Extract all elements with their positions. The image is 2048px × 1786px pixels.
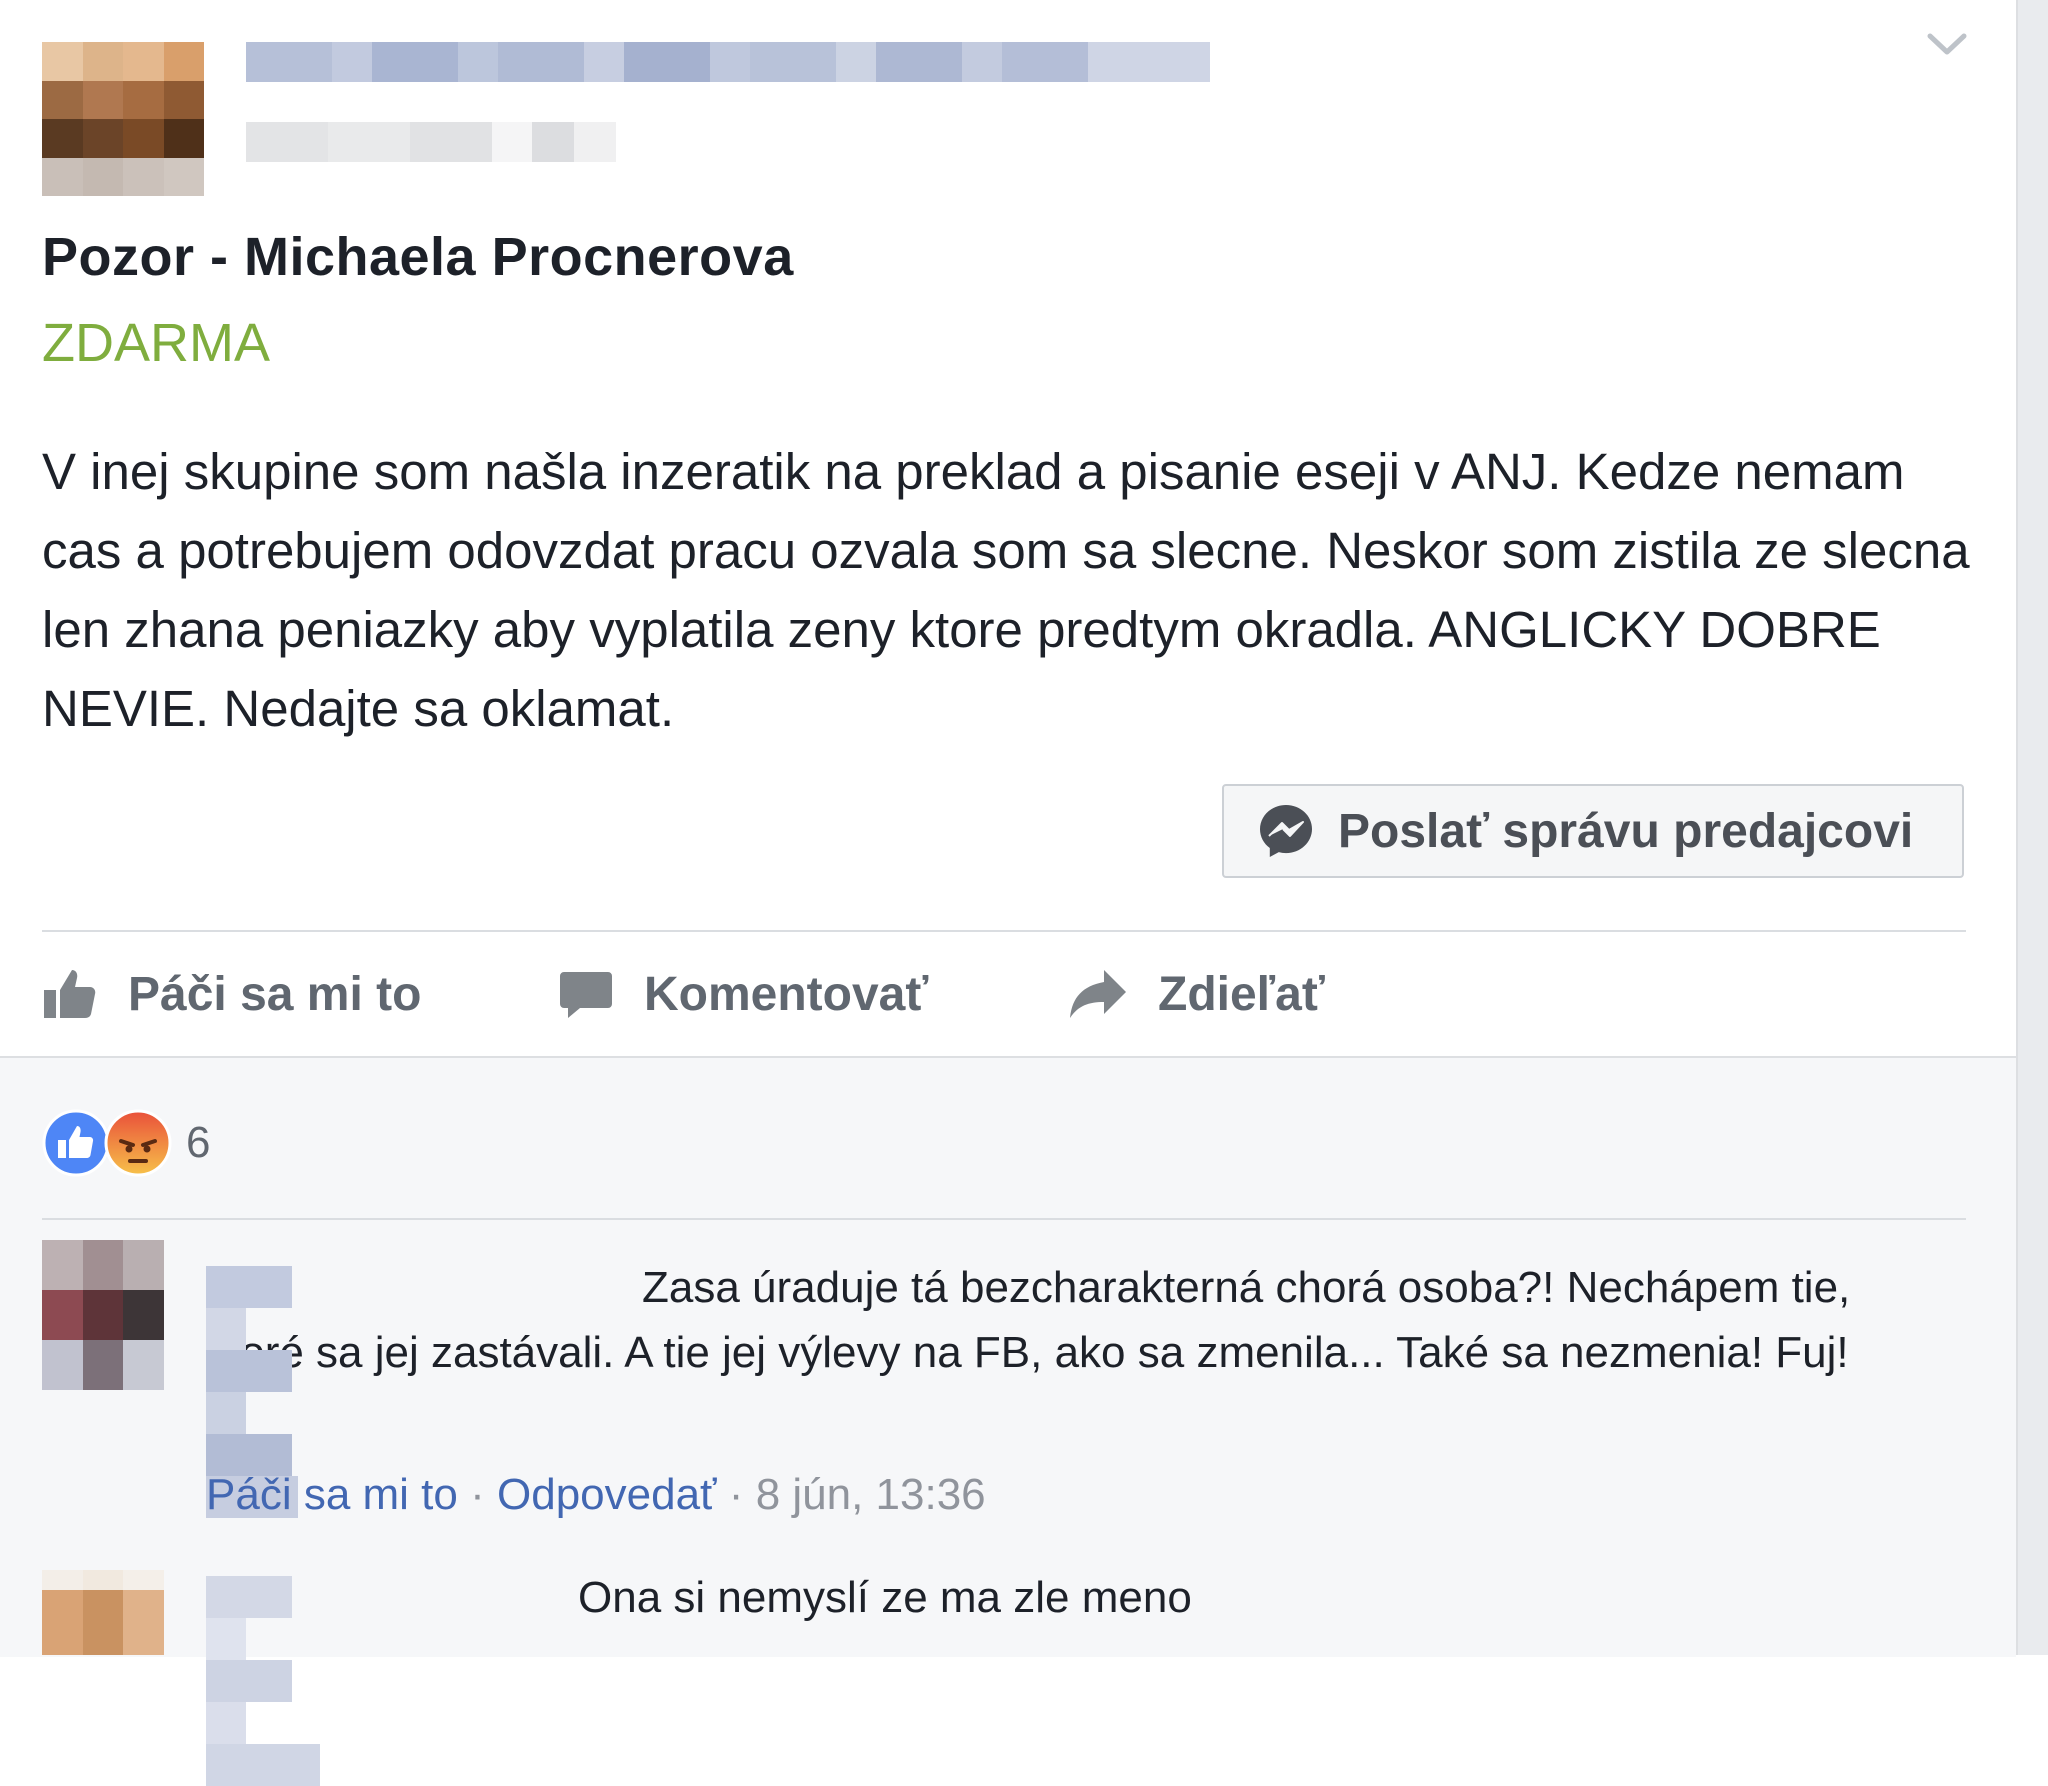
author-avatar[interactable] — [42, 42, 204, 196]
comment-button[interactable]: Komentovať — [558, 958, 928, 1030]
comment-text: Ona si nemyslí ze ma zle meno — [206, 1565, 1946, 1786]
comment-timestamp[interactable]: 8 jún, 13:36 — [756, 1470, 986, 1519]
comment-label: Komentovať — [644, 967, 929, 1021]
messenger-icon — [1260, 805, 1312, 857]
post-body: V inej skupine som našla inzeratik na pr… — [42, 443, 1970, 737]
comment-text: Zasa úraduje tá bezcharakterná chorá oso… — [206, 1255, 1946, 1518]
chevron-down-icon[interactable] — [1922, 22, 1972, 62]
angry-icon — [104, 1109, 172, 1177]
post-title: Pozor - Michaela Procnerova — [42, 227, 794, 287]
comment-avatar[interactable] — [42, 1570, 164, 1655]
author-name-blurred[interactable] — [246, 42, 1270, 82]
actions-divider — [42, 930, 1966, 932]
comment-like-link[interactable]: Páči sa mi to — [206, 1470, 458, 1519]
comment-icon — [560, 972, 612, 1018]
like-icon — [42, 1109, 110, 1177]
share-label: Zdieľať — [1158, 967, 1325, 1021]
commenter-name-blurred[interactable] — [206, 1576, 572, 1786]
commenter-name-blurred[interactable] — [206, 1266, 636, 1518]
comment-avatar[interactable] — [42, 1240, 164, 1390]
like-button[interactable]: Páči sa mi to — [42, 958, 421, 1030]
reactions-count: 6 — [186, 1118, 211, 1167]
comment-reply-link[interactable]: Odpovedať — [497, 1470, 717, 1519]
comment-meta: Páči sa mi to · Odpovedať · 8 jún, 13:36 — [206, 1470, 986, 1519]
message-seller-button[interactable]: Poslať správu predajcovi — [1222, 784, 1964, 878]
page-gutter — [2016, 0, 2048, 1655]
post-price: ZDARMA — [42, 313, 270, 373]
thumbs-up-icon — [44, 970, 96, 1018]
like-label: Páči sa mi to — [128, 967, 422, 1021]
reactions-summary[interactable]: 6 — [42, 1108, 210, 1178]
comments-divider — [42, 1218, 1966, 1220]
message-seller-label: Poslať správu predajcovi — [1338, 804, 1914, 858]
share-button[interactable]: Zdieľať — [1068, 958, 1325, 1030]
post-timestamp-blurred[interactable] — [246, 122, 616, 162]
share-icon — [1070, 970, 1126, 1018]
